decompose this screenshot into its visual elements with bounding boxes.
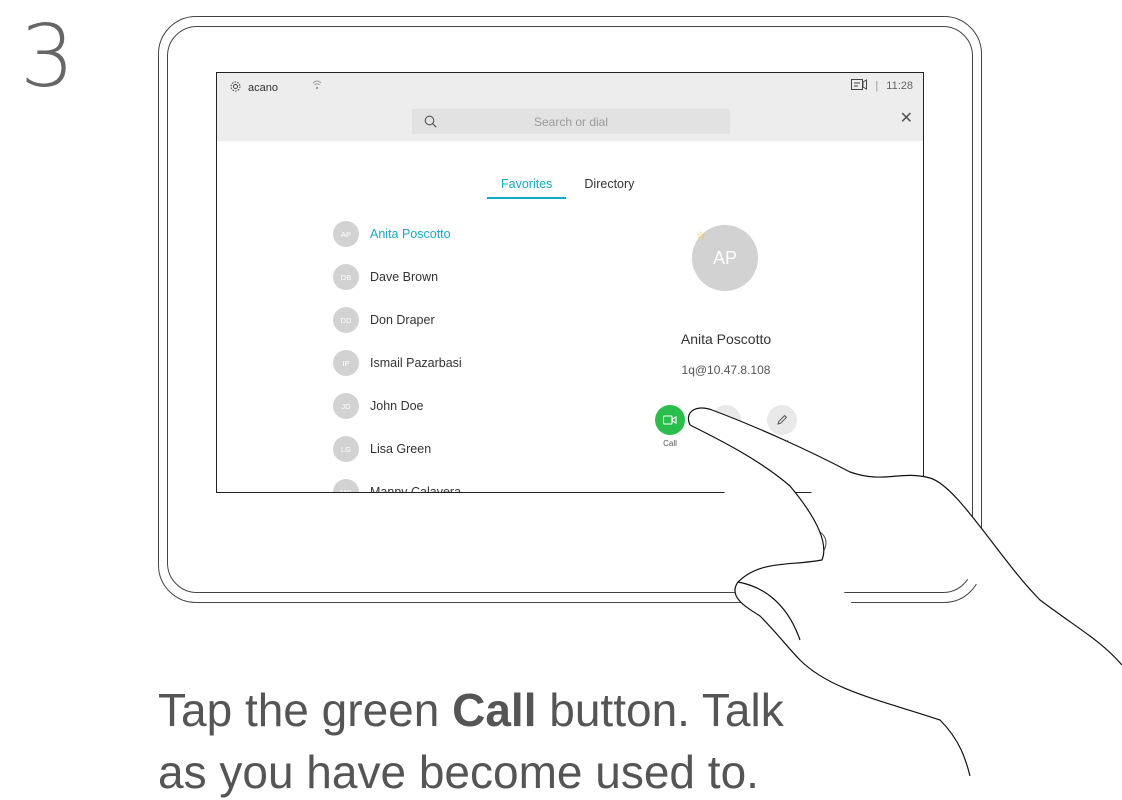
avatar: DB — [333, 264, 359, 290]
avatar: AP — [333, 221, 359, 247]
step-number: 3 — [20, 7, 75, 107]
search-icon — [424, 115, 437, 133]
caption-line-2: as you have become used to. — [158, 746, 759, 798]
contact-name: Don Draper — [370, 313, 435, 327]
contact-name: Manny Calavera — [370, 485, 462, 493]
contact-name: Dave Brown — [370, 270, 439, 284]
list-item[interactable]: MC Manny Calavera — [333, 479, 553, 493]
tab-favorites[interactable]: Favorites — [487, 177, 567, 199]
list-item[interactable]: DD Don Draper — [333, 307, 553, 333]
more-button[interactable] — [709, 405, 743, 439]
edit-label: end — [775, 439, 789, 448]
detail-name: Anita Poscotto — [680, 331, 772, 347]
avatar: DD — [333, 307, 359, 333]
caption-bold: Call — [452, 684, 537, 736]
camera-status-icon[interactable] — [851, 79, 868, 93]
detail-address: 1q@10.47.8.108 — [681, 363, 771, 377]
top-bar: acano | 11:28 Search or dial ✕ — [217, 73, 923, 141]
touch-screen: acano | 11:28 Search or dial ✕ Favorites… — [216, 72, 924, 493]
close-icon[interactable]: ✕ — [900, 111, 913, 127]
call-button[interactable]: Call — [653, 405, 687, 448]
video-camera-icon — [655, 405, 685, 435]
search-input[interactable]: Search or dial — [412, 109, 730, 134]
caption-text-after: button. Talk — [536, 684, 784, 736]
list-item[interactable]: AP Anita Poscotto — [333, 221, 553, 247]
contact-name: John Doe — [370, 399, 424, 413]
list-item[interactable]: JD John Doe — [333, 393, 553, 419]
list-item[interactable]: DB Dave Brown — [333, 264, 553, 290]
status-separator: | — [875, 80, 879, 92]
edit-button[interactable]: end — [765, 405, 799, 448]
caption-line-1: Tap the green Call button. Talk — [158, 683, 784, 738]
avatar: MC — [333, 479, 359, 492]
call-label: Call — [663, 439, 677, 448]
search-placeholder: Search or dial — [533, 114, 609, 129]
contact-name: Anita Poscotto — [370, 227, 451, 241]
caption-text-before: Tap the green — [158, 684, 453, 736]
avatar: IP — [333, 350, 359, 376]
brand-label: acano — [248, 82, 278, 94]
status-area: | 11:28 — [851, 79, 913, 93]
list-item[interactable]: IP Ismail Pazarbasi — [333, 350, 553, 376]
favorite-star-icon: ☆ — [696, 230, 706, 242]
pencil-icon — [767, 405, 797, 435]
clock: 11:28 — [886, 80, 913, 92]
more-icon — [711, 405, 741, 435]
list-item[interactable]: LG Lisa Green — [333, 436, 553, 462]
gear-icon — [229, 80, 242, 96]
avatar: JD — [333, 393, 359, 419]
tab-directory[interactable]: Directory — [584, 177, 634, 199]
tab-bar: Favorites Directory — [487, 177, 634, 199]
wifi-icon — [312, 79, 322, 94]
brand[interactable]: acano — [229, 80, 278, 96]
contact-name: Lisa Green — [370, 442, 432, 456]
contact-name: Ismail Pazarbasi — [370, 356, 462, 370]
avatar: LG — [333, 436, 359, 462]
